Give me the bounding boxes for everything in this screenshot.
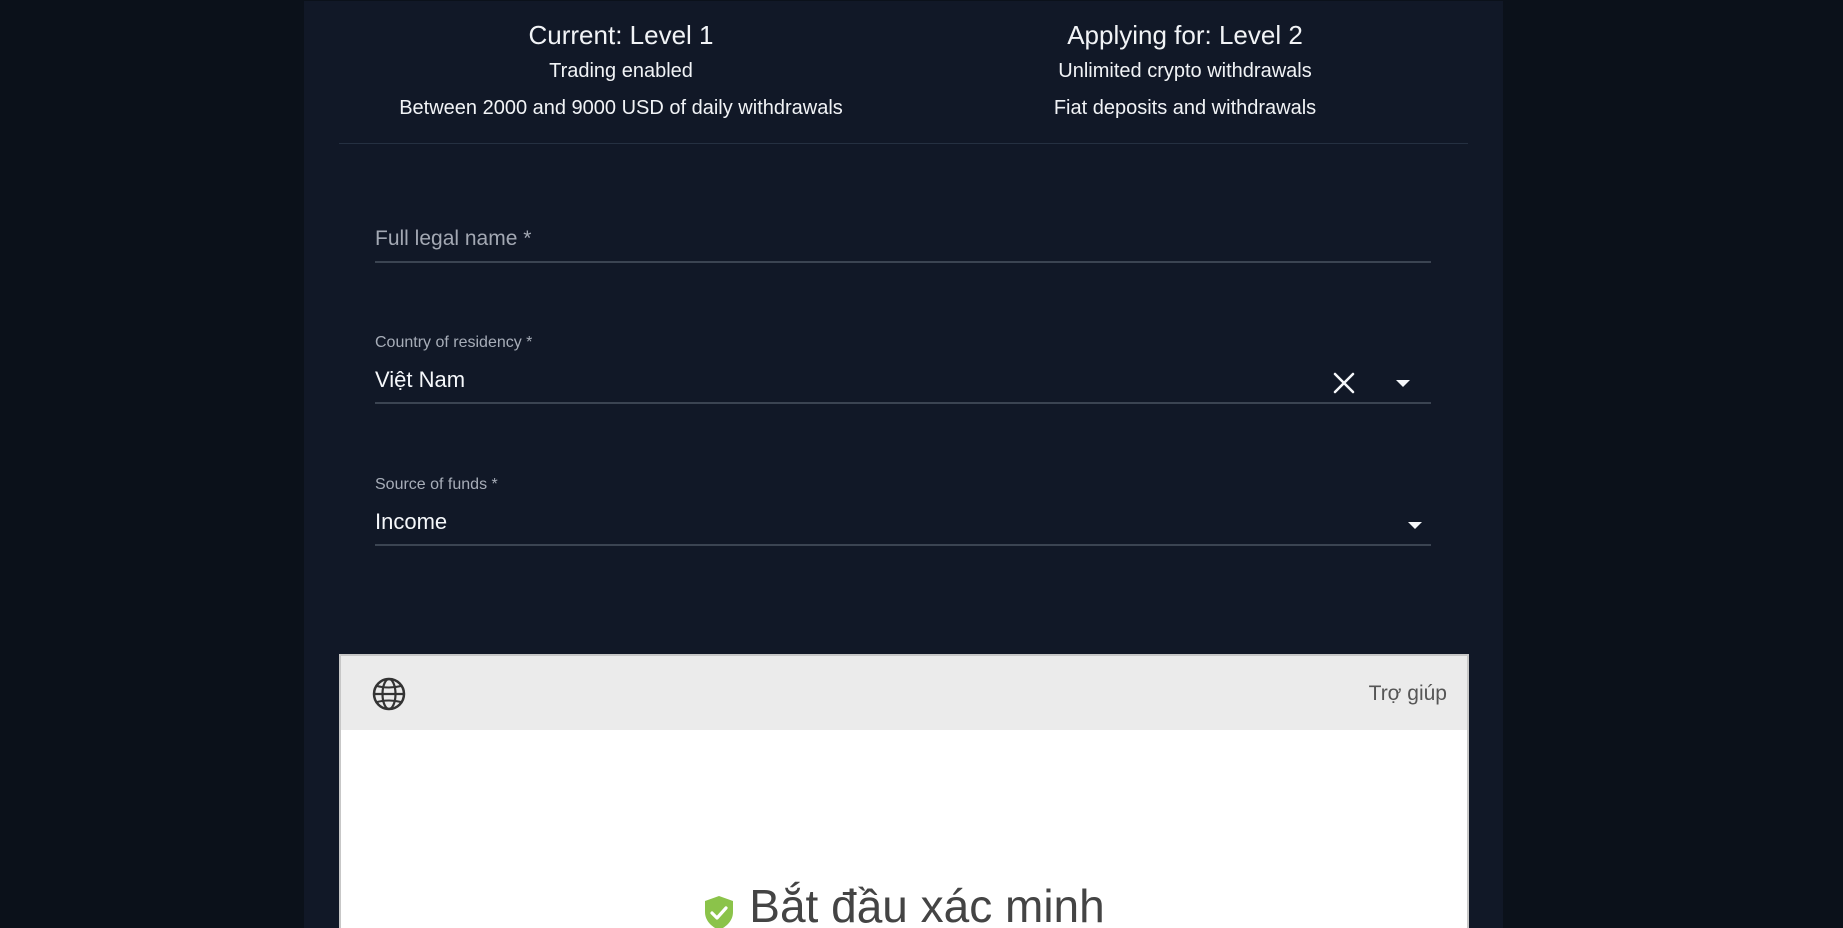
country-label: Country of residency * bbox=[375, 334, 533, 351]
current-level-feature: Between 2000 and 9000 USD of daily withd… bbox=[399, 97, 843, 119]
verification-panel: Current: Level 1 Trading enabled Between… bbox=[304, 1, 1503, 928]
chevron-down-icon[interactable] bbox=[1399, 509, 1431, 541]
applying-level-feature: Fiat deposits and withdrawals bbox=[1053, 97, 1317, 119]
country-value: Việt Nam bbox=[375, 367, 466, 392]
page: Current: Level 1 Trading enabled Between… bbox=[0, 0, 1843, 928]
close-icon[interactable] bbox=[1328, 367, 1360, 399]
current-level: Current: Level 1 Trading enabled Between… bbox=[339, 18, 903, 127]
level-comparison: Current: Level 1 Trading enabled Between… bbox=[339, 1, 1468, 144]
full-name-placeholder: Full legal name * bbox=[375, 227, 532, 250]
source-of-funds-value: Income bbox=[375, 509, 448, 534]
applying-level-feature: Unlimited crypto withdrawals bbox=[1058, 60, 1312, 82]
chevron-down-icon[interactable] bbox=[1387, 367, 1419, 399]
verification-widget: Trợ giúp Bắt đầu xác minh bbox=[339, 654, 1469, 928]
current-level-title: Current: Level 1 bbox=[528, 20, 714, 50]
widget-header: Trợ giúp bbox=[341, 656, 1467, 730]
globe-icon[interactable] bbox=[371, 676, 407, 712]
source-of-funds-label: Source of funds * bbox=[375, 476, 498, 493]
applying-level-title: Applying for: Level 2 bbox=[1067, 20, 1303, 50]
applying-level: Applying for: Level 2 Unlimited crypto w… bbox=[903, 18, 1467, 127]
help-link[interactable]: Trợ giúp bbox=[1369, 682, 1447, 706]
country-select[interactable]: Country of residency * Việt Nam bbox=[375, 334, 1431, 404]
verification-title-text: Bắt đầu xác minh bbox=[749, 880, 1105, 928]
current-level-feature: Trading enabled bbox=[549, 60, 693, 82]
shield-check-icon bbox=[703, 888, 735, 928]
verification-title: Bắt đầu xác minh bbox=[341, 879, 1467, 928]
source-of-funds-select[interactable]: Source of funds * Income bbox=[375, 476, 1431, 546]
full-name-field[interactable]: Full legal name * bbox=[375, 223, 1431, 263]
